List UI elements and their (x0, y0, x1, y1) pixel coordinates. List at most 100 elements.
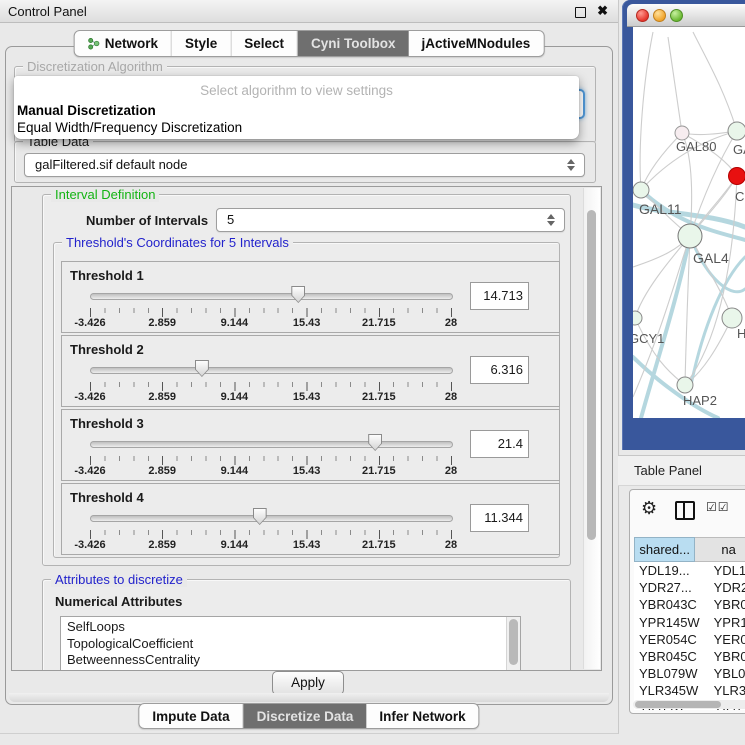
network-node-selected[interactable] (729, 168, 745, 185)
list-item[interactable]: TopologicalCoefficient (61, 636, 520, 653)
cell[interactable]: YBR043C (634, 596, 705, 613)
group-title: Threshold's Coordinates for 5 Intervals (62, 235, 293, 250)
settings-scrollpane: Interval Definition Number of Intervals … (11, 186, 602, 671)
cell[interactable]: YDR2 (705, 579, 745, 596)
table-row[interactable]: YER054CYER0 (634, 631, 745, 648)
table-row[interactable]: YBL079WYBL0 (634, 665, 745, 682)
cell[interactable]: YDR27... (634, 579, 705, 596)
table-panel-title: Table Panel (634, 463, 702, 478)
table-row[interactable]: YLR345WYLR3 (634, 682, 745, 699)
close-traffic-light-icon[interactable] (636, 9, 649, 22)
close-icon[interactable]: ✖ (597, 3, 608, 19)
tick-label: -3.426 (74, 465, 105, 477)
slider-track[interactable] (90, 441, 453, 448)
dropdown-option-equal-width[interactable]: Equal Width/Frequency Discretization (17, 120, 242, 135)
number-of-intervals-combobox[interactable]: 5 (216, 208, 565, 232)
tab-network[interactable]: Network (75, 31, 172, 56)
cell[interactable]: YDL1 (705, 562, 745, 579)
cell[interactable]: YBR045C (634, 648, 705, 665)
cell[interactable]: YLR345W (634, 682, 705, 699)
threshold-4-value-field[interactable]: 11.344 (470, 504, 529, 532)
list-item[interactable]: BetweennessCentrality (61, 652, 520, 669)
network-node[interactable] (677, 377, 693, 393)
tab-style[interactable]: Style (172, 31, 231, 56)
threshold-2-value-field[interactable]: 6.316 (470, 356, 529, 384)
cyni-toolbox-panel: Discretization Algorithm Select algorith… (5, 46, 613, 705)
dropdown-placeholder-item[interactable]: Select algorithm to view settings (14, 83, 579, 98)
table-data-combobox[interactable]: galFiltered.sif default node (24, 153, 585, 177)
threshold-1-value-field[interactable]: 14.713 (470, 282, 529, 310)
cell[interactable]: YBL079W (634, 665, 705, 682)
network-node[interactable] (633, 311, 642, 325)
threshold-4-slider[interactable] (90, 508, 451, 528)
table-data-group: Table Data galFiltered.sif default node (14, 141, 596, 183)
dropdown-option-manual-discretization[interactable]: Manual Discretization (17, 103, 156, 118)
cell[interactable]: YER0 (705, 631, 745, 648)
tick-label: 21.715 (362, 539, 396, 551)
threshold-2-slider[interactable] (90, 360, 451, 380)
slider-thumb[interactable] (291, 286, 305, 303)
slider-major-ticks (90, 382, 452, 391)
gear-icon[interactable]: ⚙ (641, 498, 657, 519)
cell[interactable]: YPR1 (705, 614, 745, 631)
tab-cyni-toolbox[interactable]: Cyni Toolbox (298, 31, 409, 56)
slider-thumb[interactable] (368, 434, 382, 451)
column-header-name[interactable]: na (695, 537, 745, 562)
threshold-3-slider[interactable] (90, 434, 451, 454)
network-node[interactable] (633, 182, 649, 198)
network-canvas[interactable]: GAL80 GA GAL11 C GAL4 GCY1 H HAP2 (633, 27, 745, 418)
tab-impute-data[interactable]: Impute Data (139, 704, 243, 728)
slider-track[interactable] (90, 515, 453, 522)
tab-label: jActiveMNodules (422, 36, 531, 51)
list-scrollbar[interactable] (506, 617, 520, 671)
tab-select[interactable]: Select (231, 31, 298, 56)
network-node[interactable] (675, 126, 689, 140)
tab-label: Impute Data (152, 709, 229, 724)
network-window-titlebar (627, 4, 745, 27)
panel-title: Control Panel (8, 4, 87, 19)
cell[interactable]: YBR0 (705, 596, 745, 613)
cell[interactable]: YBL0 (705, 665, 745, 682)
cell[interactable]: YBR0 (705, 648, 745, 665)
slider-thumb[interactable] (253, 508, 267, 525)
settings-scrollbar[interactable] (583, 188, 600, 669)
numerical-attributes-list[interactable]: SelfLoops TopologicalCoefficient Between… (60, 616, 521, 671)
table-row[interactable]: YBR043CYBR0 (634, 596, 745, 613)
table-row[interactable]: YDR27...YDR2 (634, 579, 745, 596)
columns-icon[interactable] (675, 501, 695, 520)
list-item[interactable]: SelfLoops (61, 617, 520, 636)
cell[interactable]: YLR3 (705, 682, 745, 699)
cell[interactable]: YER054C (634, 631, 705, 648)
apply-button[interactable]: Apply (272, 671, 344, 695)
slider-track[interactable] (90, 293, 453, 300)
select-columns-checkboxes-icon[interactable]: ☑☑ (706, 500, 730, 514)
tick-label: 21.715 (362, 465, 396, 477)
network-node[interactable] (728, 122, 745, 140)
tick-label: 15.43 (293, 539, 321, 551)
column-header-shared-name[interactable]: shared... (634, 537, 695, 562)
node-label: GCY1 (633, 331, 664, 346)
threshold-label: Threshold 1 (70, 268, 144, 283)
float-window-icon[interactable] (575, 7, 586, 18)
tab-infer-network[interactable]: Infer Network (366, 704, 478, 728)
minimize-traffic-light-icon[interactable] (653, 9, 666, 22)
tick-label: 2.859 (148, 391, 176, 403)
tick-label: 21.715 (362, 317, 396, 329)
table-horizontal-scrollbar[interactable] (633, 700, 745, 709)
table-row[interactable]: YDL19...YDL1 (634, 562, 745, 579)
network-node[interactable] (722, 308, 742, 328)
cell[interactable]: YPR145W (634, 614, 705, 631)
zoom-traffic-light-icon[interactable] (670, 9, 683, 22)
tab-jactivemnodules[interactable]: jActiveMNodules (409, 31, 544, 56)
threshold-1-slider[interactable] (90, 286, 451, 306)
tick-label: 15.43 (293, 317, 321, 329)
slider-thumb[interactable] (195, 360, 209, 377)
threshold-3-value-field[interactable]: 21.4 (470, 430, 529, 458)
table-row[interactable]: YBR045CYBR0 (634, 648, 745, 665)
table-row[interactable]: YPR145WYPR1 (634, 614, 745, 631)
network-node[interactable] (678, 224, 702, 248)
slider-track[interactable] (90, 367, 453, 374)
tab-discretize-data[interactable]: Discretize Data (244, 704, 367, 728)
threshold-panel-1: Threshold 1 -3.426 2.859 9.144 (61, 261, 560, 333)
cell[interactable]: YDL19... (634, 562, 705, 579)
